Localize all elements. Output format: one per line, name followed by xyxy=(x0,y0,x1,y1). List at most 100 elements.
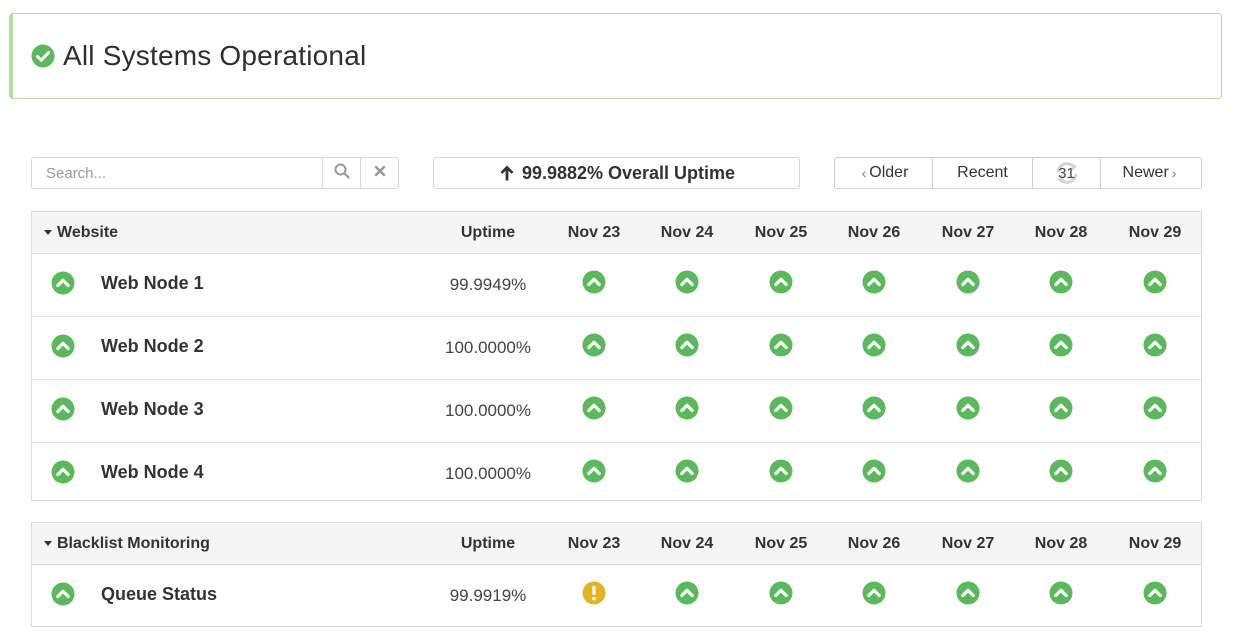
search-button[interactable] xyxy=(322,158,360,188)
status-up-icon[interactable] xyxy=(769,459,793,483)
status-up-icon[interactable] xyxy=(675,396,699,420)
status-banner: All Systems Operational xyxy=(9,13,1222,99)
status-up-icon[interactable] xyxy=(1143,396,1167,420)
column-header-day: Nov 25 xyxy=(754,223,808,241)
status-up-icon[interactable] xyxy=(1143,333,1167,357)
monitor-name[interactable]: Web Node 4 xyxy=(101,462,204,483)
column-header-day: Nov 24 xyxy=(660,223,714,241)
status-up-icon[interactable] xyxy=(1143,270,1167,294)
status-up-icon[interactable] xyxy=(675,581,699,605)
monitor-uptime: 99.9919% xyxy=(449,586,527,605)
column-header-day: Nov 26 xyxy=(847,534,901,552)
recent-button[interactable]: Recent xyxy=(933,158,1033,188)
monitor-uptime: 100.0000% xyxy=(444,464,532,483)
group-toggle[interactable]: Website xyxy=(44,224,118,242)
monitor-uptime: 100.0000% xyxy=(444,401,532,420)
monitor-row[interactable]: Web Node 4 100.0000% xyxy=(32,443,1201,505)
status-up-icon[interactable] xyxy=(956,396,980,420)
column-header-day: Nov 25 xyxy=(754,534,808,552)
status-warning-icon[interactable] xyxy=(582,581,606,605)
calendar-day: 31 xyxy=(1058,164,1075,182)
column-header-uptime: Uptime xyxy=(460,223,516,241)
monitor-name[interactable]: Web Node 2 xyxy=(101,336,204,357)
column-header-day: Nov 23 xyxy=(567,534,621,552)
status-up-icon[interactable] xyxy=(862,459,886,483)
monitor-name[interactable]: Web Node 1 xyxy=(101,273,204,294)
column-header-day: Nov 29 xyxy=(1128,534,1182,552)
column-header-day: Nov 26 xyxy=(847,223,901,241)
status-up-icon[interactable] xyxy=(862,270,886,294)
status-up-icon xyxy=(51,582,75,606)
monitor-name[interactable]: Queue Status xyxy=(101,584,217,605)
status-up-icon xyxy=(51,397,75,421)
newer-button[interactable]: Newer › xyxy=(1101,158,1201,188)
status-up-icon[interactable] xyxy=(1049,396,1073,420)
overall-uptime-badge: 99.9882% Overall Uptime xyxy=(433,157,800,189)
status-up-icon[interactable] xyxy=(956,459,980,483)
monitor-row[interactable]: Web Node 1 99.9949% xyxy=(32,254,1201,317)
status-up-icon[interactable] xyxy=(956,581,980,605)
status-up-icon[interactable] xyxy=(1049,333,1073,357)
toolbar: 99.9882% Overall Uptime ‹ Older Recent 3… xyxy=(31,157,1202,189)
group-header: Website Uptime Nov 23 Nov 24 Nov 25 Nov 26 Nov… xyxy=(32,212,1201,254)
status-up-icon[interactable] xyxy=(582,396,606,420)
calendar-button[interactable]: 31 xyxy=(1033,158,1101,188)
status-up-icon[interactable] xyxy=(675,459,699,483)
check-circle-icon xyxy=(31,44,55,68)
group-toggle[interactable]: Blacklist Monitoring xyxy=(44,535,210,553)
status-up-icon[interactable] xyxy=(675,270,699,294)
status-up-icon[interactable] xyxy=(862,396,886,420)
search-icon xyxy=(334,163,350,184)
group-name: Blacklist Monitoring xyxy=(57,534,210,552)
status-up-icon[interactable] xyxy=(582,270,606,294)
newer-label: Newer xyxy=(1122,164,1169,181)
group-name: Website xyxy=(57,223,119,241)
column-header-day: Nov 28 xyxy=(1034,534,1088,552)
monitor-row[interactable]: Queue Status 99.9919% xyxy=(32,565,1201,627)
status-up-icon[interactable] xyxy=(675,333,699,357)
status-up-icon[interactable] xyxy=(956,333,980,357)
column-header-day: Nov 27 xyxy=(941,534,995,552)
status-up-icon[interactable] xyxy=(769,396,793,420)
search-input[interactable] xyxy=(32,158,322,188)
monitor-row[interactable]: Web Node 3 100.0000% xyxy=(32,380,1201,443)
clear-search-button[interactable] xyxy=(360,158,398,188)
monitor-row[interactable]: Web Node 2 100.0000% xyxy=(32,317,1201,380)
status-up-icon[interactable] xyxy=(582,459,606,483)
status-up-icon xyxy=(51,271,75,295)
status-up-icon[interactable] xyxy=(769,270,793,294)
overall-uptime-text: 99.9882% Overall Uptime xyxy=(521,162,736,183)
column-header-day: Nov 29 xyxy=(1128,223,1182,241)
status-up-icon[interactable] xyxy=(1143,459,1167,483)
status-up-icon[interactable] xyxy=(1143,581,1167,605)
status-up-icon xyxy=(51,460,75,484)
monitor-uptime: 100.0000% xyxy=(444,338,532,357)
status-up-icon[interactable] xyxy=(1049,459,1073,483)
chevron-left-icon: ‹ xyxy=(861,165,867,181)
column-header-day: Nov 28 xyxy=(1034,223,1088,241)
status-up-icon xyxy=(51,334,75,358)
older-button[interactable]: ‹ Older xyxy=(835,158,933,188)
column-header-day: Nov 23 xyxy=(567,223,621,241)
status-up-icon[interactable] xyxy=(862,581,886,605)
date-pager: ‹ Older Recent 31 Newer › xyxy=(834,157,1202,189)
status-up-icon[interactable] xyxy=(769,581,793,605)
search-group xyxy=(31,157,399,189)
status-up-icon[interactable] xyxy=(769,333,793,357)
status-up-icon[interactable] xyxy=(862,333,886,357)
status-up-icon[interactable] xyxy=(1049,270,1073,294)
status-up-icon[interactable] xyxy=(956,270,980,294)
group-blacklist-monitoring: Blacklist Monitoring Uptime Nov 23 Nov 24 No… xyxy=(31,522,1202,627)
older-label: Older xyxy=(869,164,909,181)
caret-down-icon xyxy=(44,541,52,546)
status-up-icon[interactable] xyxy=(582,333,606,357)
recent-label: Recent xyxy=(957,164,1008,181)
chevron-right-icon: › xyxy=(1171,165,1177,181)
column-header-day: Nov 24 xyxy=(660,534,714,552)
column-header-day: Nov 27 xyxy=(941,223,995,241)
monitor-name[interactable]: Web Node 3 xyxy=(101,399,204,420)
caret-down-icon xyxy=(44,230,52,235)
group-header: Blacklist Monitoring Uptime Nov 23 Nov 24 No… xyxy=(32,523,1201,565)
close-icon xyxy=(374,164,386,182)
status-up-icon[interactable] xyxy=(1049,581,1073,605)
